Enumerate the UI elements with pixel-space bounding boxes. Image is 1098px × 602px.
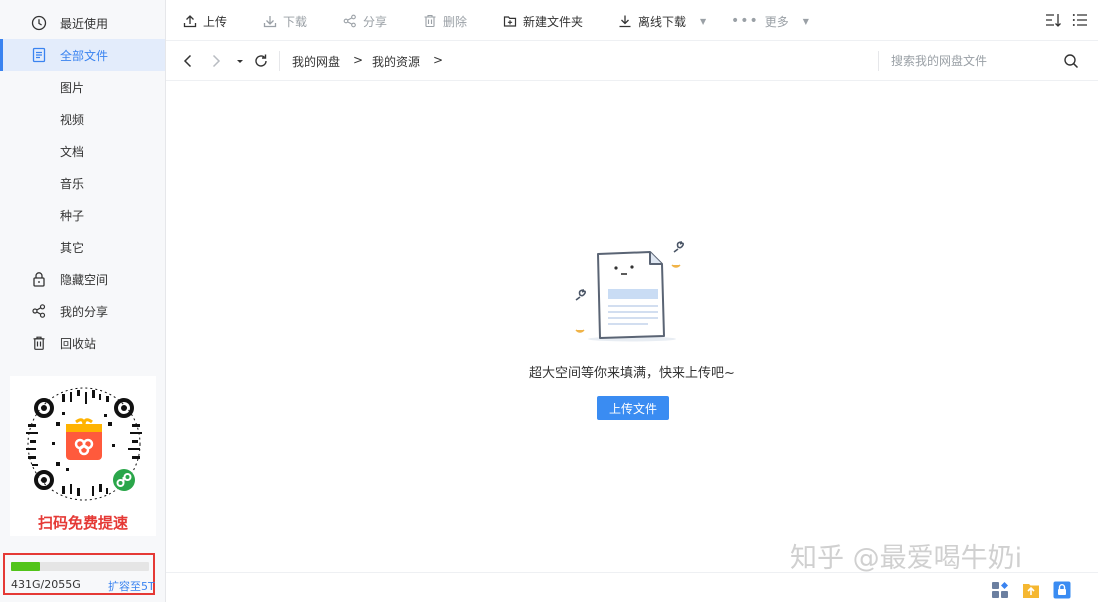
sidebar-subitem-label: 种子: [60, 209, 85, 223]
apps-grid-icon[interactable]: [991, 581, 1009, 599]
storage-progress-fill: [11, 562, 40, 571]
share-button[interactable]: 分享: [343, 12, 387, 30]
sidebar-subitem-videos[interactable]: 视频: [0, 103, 165, 135]
list-view-icon[interactable]: [1072, 12, 1088, 28]
delete-label: 删除: [443, 14, 468, 29]
sidebar-item-hidden-space[interactable]: 隐藏空间: [0, 263, 165, 295]
sidebar-item-all-files[interactable]: 全部文件: [0, 39, 165, 71]
storage-progress-bar: [11, 562, 149, 571]
breadcrumb-item[interactable]: 我的资源: [372, 53, 420, 70]
offline-download-label: 离线下载: [638, 14, 687, 29]
sidebar-subitem-label: 视频: [60, 113, 85, 127]
delete-button[interactable]: 删除: [423, 12, 467, 30]
back-arrow-icon[interactable]: [180, 53, 196, 69]
storage-used-text: 431G/2055G: [11, 578, 81, 591]
qr-code-image: [26, 387, 142, 501]
share-icon: [343, 14, 356, 28]
sidebar-subitem-other[interactable]: 其它: [0, 231, 165, 263]
more-dots-icon: •••: [731, 13, 759, 29]
sidebar-item-label: 隐藏空间: [60, 273, 109, 287]
sidebar-subitem-torrents[interactable]: 种子: [0, 199, 165, 231]
sidebar-subitem-label: 文档: [60, 145, 85, 159]
lock-badge-icon[interactable]: [1053, 581, 1071, 599]
offline-download-button[interactable]: 离线下载 ▼: [618, 12, 706, 30]
clock-icon: [31, 15, 47, 31]
search-input[interactable]: [891, 51, 1066, 71]
expand-storage-link[interactable]: 扩容至5T: [108, 578, 155, 594]
download-label: 下载: [283, 14, 308, 29]
new-folder-label: 新建文件夹: [523, 14, 584, 29]
sidebar-item-my-shares[interactable]: 我的分享: [0, 295, 165, 327]
download-button[interactable]: 下载: [263, 12, 307, 30]
sidebar-subitem-label: 图片: [60, 81, 85, 95]
sidebar-subitem-documents[interactable]: 文档: [0, 135, 165, 167]
divider: [878, 51, 879, 71]
offline-download-icon: [619, 15, 631, 28]
breadcrumb-separator: >: [353, 53, 364, 67]
chevron-down-icon: ▼: [700, 16, 707, 26]
more-button[interactable]: ••• 更多 ▼: [731, 12, 809, 30]
sidebar-item-recycle-bin[interactable]: 回收站: [0, 327, 165, 359]
upload-icon: [183, 15, 197, 28]
promo-qr-card[interactable]: 扫码免费提速: [10, 376, 156, 536]
sidebar-item-label: 回收站: [60, 337, 97, 351]
sidebar-item-label: 全部文件: [60, 49, 109, 63]
more-label: 更多: [764, 14, 789, 29]
sidebar-item-label: 最近使用: [60, 17, 109, 31]
upload-folder-icon[interactable]: [1022, 581, 1040, 599]
upload-label: 上传: [203, 14, 228, 29]
empty-folder-illustration: [575, 241, 684, 342]
chevron-down-icon: ▼: [802, 16, 809, 26]
empty-state-message: 超大空间等你来填满，快来上传吧~: [529, 366, 735, 381]
share-label: 分享: [363, 14, 388, 29]
watermark: 知乎 @最爱喝牛奶i: [790, 543, 1023, 574]
history-dropdown-icon[interactable]: [235, 53, 245, 69]
sidebar: 最近使用 全部文件 图片 视频 文档 音乐 种子 其它 隐藏空间 我的分享 回收…: [0, 0, 166, 602]
sidebar-subitem-music[interactable]: 音乐: [0, 167, 165, 199]
promo-text: 扫码免费提速: [37, 514, 128, 532]
forward-arrow-icon[interactable]: [208, 53, 224, 69]
trash-icon: [33, 336, 45, 350]
upload-file-button[interactable]: 上传文件: [597, 396, 669, 420]
breadcrumb-separator: >: [433, 53, 444, 67]
cloud-drive-app: 最近使用 全部文件 图片 视频 文档 音乐 种子 其它 隐藏空间 我的分享 回收…: [0, 0, 1098, 602]
lock-icon: [33, 272, 45, 287]
new-folder-icon: [503, 16, 517, 27]
upload-button[interactable]: 上传: [183, 12, 227, 30]
sidebar-subitem-images[interactable]: 图片: [0, 71, 165, 103]
toolbar: 上传 下载 分享 删除 新建文件夹 离线下载 ▼ ••• 更多 ▼: [166, 0, 1098, 41]
trash-icon: [424, 14, 436, 28]
share-icon: [32, 304, 46, 318]
download-icon: [263, 16, 277, 28]
divider: [279, 51, 280, 71]
document-icon: [32, 47, 46, 63]
sort-icon[interactable]: [1045, 12, 1062, 28]
search-icon[interactable]: [1063, 53, 1079, 69]
sidebar-item-recent[interactable]: 最近使用: [0, 7, 165, 39]
storage-usage-box: 431G/2055G 扩容至5T: [3, 553, 155, 595]
new-folder-button[interactable]: 新建文件夹: [503, 12, 583, 30]
address-bar: 我的网盘 > 我的资源 >: [166, 41, 1098, 81]
refresh-icon[interactable]: [253, 53, 269, 69]
sidebar-subitem-label: 音乐: [60, 177, 85, 191]
sidebar-item-label: 我的分享: [60, 305, 109, 319]
sidebar-subitem-label: 其它: [60, 241, 85, 255]
status-bar: [166, 572, 1098, 602]
breadcrumb-item[interactable]: 我的网盘: [292, 53, 340, 70]
